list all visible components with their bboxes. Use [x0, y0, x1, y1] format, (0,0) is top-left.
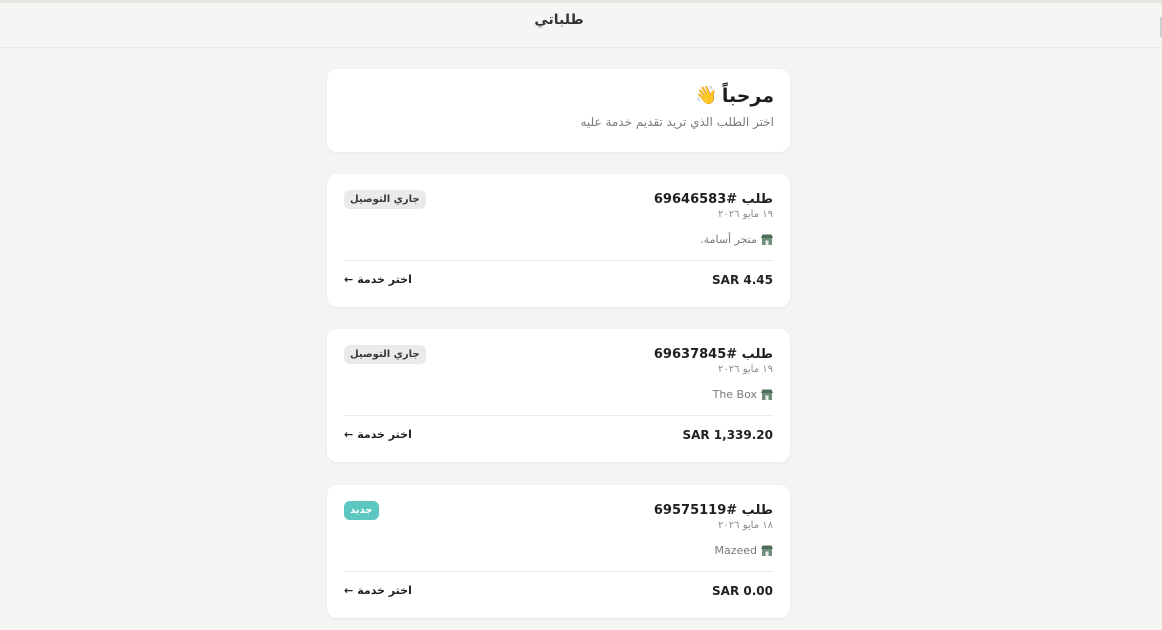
select-service-label: اختر خدمة	[357, 428, 412, 441]
order-number: طلب #69637845	[653, 347, 773, 362]
order-total: SAR 4.45	[712, 273, 773, 287]
order-header: طلب #69646583 جاري التوصيل	[344, 190, 773, 216]
page-title: طلباتي	[534, 12, 584, 28]
order-number: طلب #69646583	[653, 192, 773, 207]
order-date: ١٩ مايو ٢٠٢٦	[718, 209, 773, 220]
select-service-label: اختر خدمة	[357, 273, 412, 286]
order-store: متجر أسامة.	[700, 233, 773, 246]
order-header: طلب #69637845 جاري التوصيل	[344, 345, 773, 371]
order-card[interactable]: طلب #69646583 جاري التوصيل ١٩ مايو ٢٠٢٦ …	[327, 174, 790, 307]
welcome-subtitle: اختر الطلب الذي تريد تقديم خدمة عليه	[580, 115, 774, 129]
store-icon	[761, 389, 773, 400]
arrow-left-icon: ←	[344, 273, 354, 286]
order-card[interactable]: طلب #69637845 جاري التوصيل ١٩ مايو ٢٠٢٦ …	[327, 329, 790, 462]
status-badge: جاري التوصيل	[344, 190, 426, 209]
divider	[344, 260, 773, 261]
arrow-left-icon: ←	[344, 584, 354, 597]
arrow-left-icon: ←	[344, 428, 354, 441]
status-badge: جديد	[344, 501, 379, 520]
store-name: Mazeed	[714, 544, 757, 557]
select-service-label: اختر خدمة	[357, 584, 412, 597]
store-name: متجر أسامة.	[700, 233, 757, 246]
waving-hand-icon: 👋	[695, 85, 718, 106]
divider	[344, 571, 773, 572]
order-store: Mazeed	[714, 544, 773, 557]
top-bar: طلباتي	[0, 0, 1162, 48]
order-header: طلب #69575119 جديد	[344, 501, 773, 527]
order-number: طلب #69575119	[653, 503, 773, 518]
select-service-button[interactable]: ← اختر خدمة	[344, 428, 412, 441]
order-total: SAR 1,339.20	[682, 428, 773, 442]
select-service-button[interactable]: ← اختر خدمة	[344, 273, 412, 286]
divider	[344, 415, 773, 416]
status-badge: جاري التوصيل	[344, 345, 426, 364]
welcome-title: مرحباً	[721, 85, 774, 107]
store-icon	[761, 234, 773, 245]
welcome-card: مرحباً 👋 اختر الطلب الذي تريد تقديم خدمة…	[327, 69, 790, 152]
order-store: The Box	[713, 388, 773, 401]
select-service-button[interactable]: ← اختر خدمة	[344, 584, 412, 597]
welcome-title-row: مرحباً 👋	[343, 85, 774, 107]
store-name: The Box	[712, 388, 757, 401]
store-icon	[761, 545, 773, 556]
order-date: ١٩ مايو ٢٠٢٦	[718, 364, 773, 375]
order-card[interactable]: طلب #69575119 جديد ١٨ مايو ٢٠٢٦ Mazeed S…	[327, 485, 790, 618]
order-total: SAR 0.00	[712, 584, 773, 598]
order-date: ١٨ مايو ٢٠٢٦	[718, 520, 773, 531]
